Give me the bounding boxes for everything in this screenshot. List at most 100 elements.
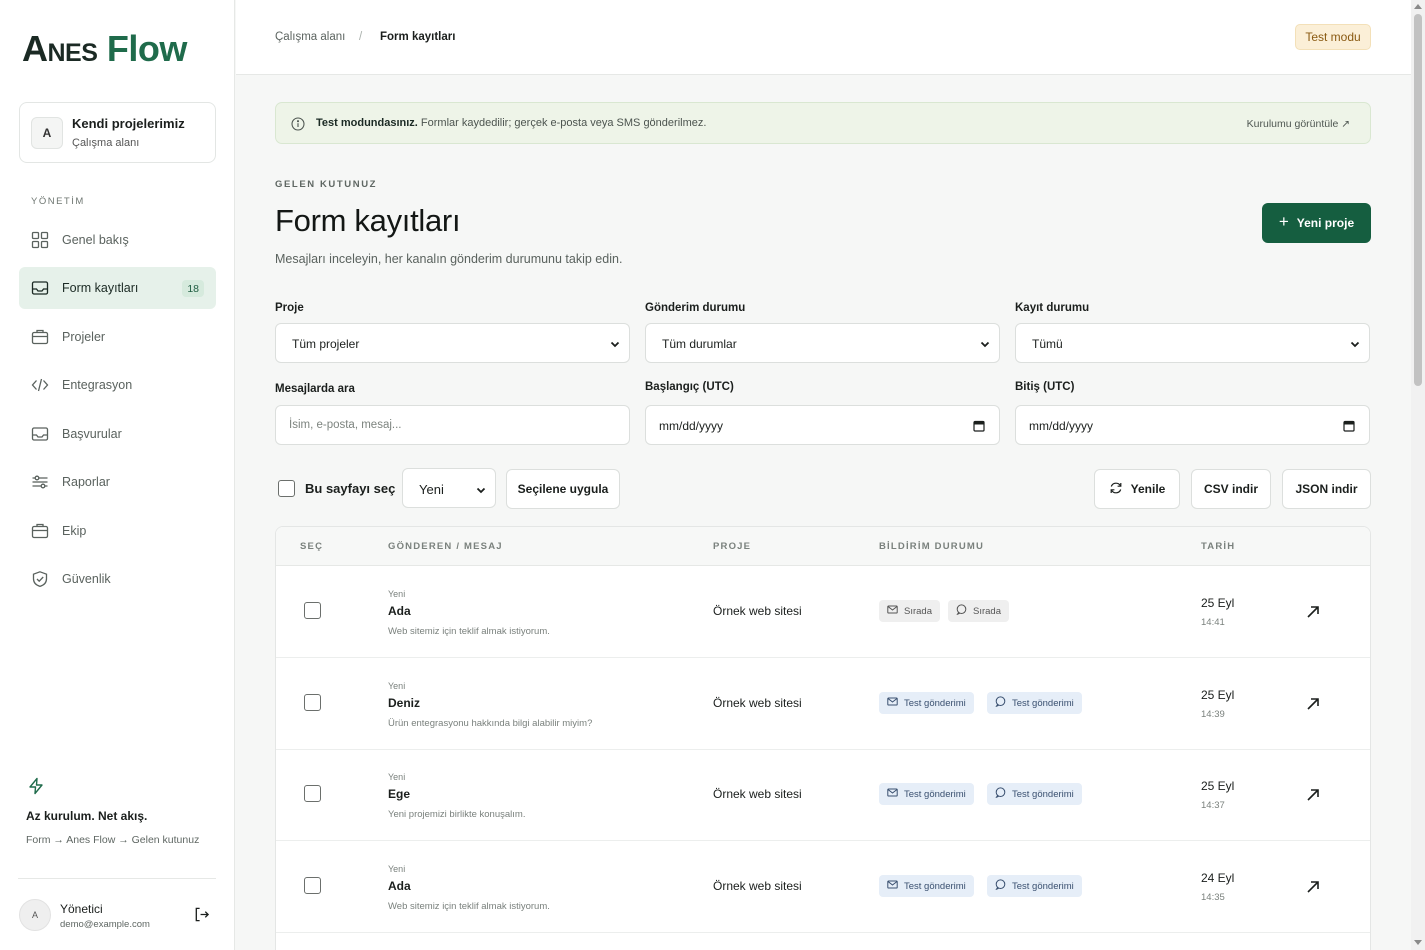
sidebar-item-reports[interactable]: Raporlar xyxy=(19,461,216,503)
shield-icon xyxy=(31,570,49,588)
sidebar: Anes Flow A Kendi projelerimiz Çalışma a… xyxy=(0,0,235,950)
refresh-label: Yenile xyxy=(1130,482,1166,496)
select-page-checkbox[interactable] xyxy=(278,480,295,497)
page-title: Form kayıtları xyxy=(275,203,461,238)
test-mode-badge: Test modu xyxy=(1295,24,1371,50)
column-header-notification: BİLDİRİM DURUMU xyxy=(879,541,985,552)
sms-status-badge: Test gönderimi xyxy=(987,783,1082,805)
row-message: Ürün entegrasyonu hakkında bilgi alabili… xyxy=(388,718,593,729)
sidebar-item-integration[interactable]: Entegrasyon xyxy=(19,364,216,406)
open-arrow-icon[interactable] xyxy=(1305,604,1321,620)
mail-icon xyxy=(887,879,898,893)
bulk-status-select[interactable]: Yeni xyxy=(402,468,496,508)
table-row[interactable]: Yeni Ada Web sitemiz için teklif almak i… xyxy=(276,566,1370,658)
chevron-down-icon xyxy=(475,483,487,495)
row-checkbox[interactable] xyxy=(304,785,321,802)
bulk-status-value: Yeni xyxy=(419,482,444,497)
column-header-sender: GÖNDEREN / MESAJ xyxy=(388,541,503,552)
sidebar-item-security[interactable]: Güvenlik xyxy=(19,558,216,600)
new-project-button[interactable]: + Yeni proje xyxy=(1262,203,1371,243)
record-status-select[interactable]: Tümü xyxy=(1015,323,1370,363)
email-status-badge: Test gönderimi xyxy=(879,783,974,805)
sidebar-item-form-records[interactable]: Form kayıtları 18 xyxy=(19,267,216,309)
chevron-down-icon xyxy=(1349,337,1361,349)
calendar-icon[interactable] xyxy=(1343,419,1355,432)
sidebar-item-label: Genel bakış xyxy=(62,233,129,247)
open-arrow-icon[interactable] xyxy=(1305,787,1321,803)
chat-icon xyxy=(956,604,967,618)
sidebar-item-label: Projeler xyxy=(62,330,106,344)
table-row[interactable]: Yeni Ege Yeni projemizi birlikte konuşal… xyxy=(276,749,1370,841)
scroll-up-arrow[interactable] xyxy=(1414,4,1422,9)
open-arrow-icon[interactable] xyxy=(1305,879,1321,895)
scroll-down-arrow[interactable] xyxy=(1414,940,1422,945)
apply-selected-button[interactable]: Seçilene uygula xyxy=(506,469,620,509)
brand-logo[interactable]: Anes Flow xyxy=(22,28,187,70)
breadcrumb-workspace[interactable]: Çalışma alanı xyxy=(275,31,345,43)
notice-strong: Test modundasınız. xyxy=(316,117,418,129)
json-download-button[interactable]: JSON indir xyxy=(1282,469,1371,509)
top-bar: Çalışma alanı / Form kayıtları Test modu xyxy=(236,0,1411,75)
row-checkbox[interactable] xyxy=(304,602,321,619)
test-mode-notice: Test modundasınız. Formlar kaydedilir; g… xyxy=(275,102,1371,144)
page-subtitle: Mesajları inceleyin, her kanalın gönderi… xyxy=(275,252,623,266)
table-row[interactable]: Yeni Deniz Ürün entegrasyonu hakkında bi… xyxy=(276,658,1370,750)
breadcrumb-separator: / xyxy=(359,31,363,43)
sidebar-item-label: Ekip xyxy=(62,524,87,538)
open-arrow-icon[interactable] xyxy=(1305,696,1321,712)
inbox-icon xyxy=(31,279,49,297)
end-date-input[interactable]: mm/dd/yyyy xyxy=(1015,405,1370,445)
table-header: SEÇ GÖNDEREN / MESAJ PROJE BİLDİRİM DURU… xyxy=(276,527,1370,566)
apply-label: Seçilene uygula xyxy=(517,482,609,496)
workspace-switcher[interactable]: A Kendi projelerimiz Çalışma alanı xyxy=(19,102,216,163)
select-page-label[interactable]: Bu sayfayı seç xyxy=(305,481,395,496)
sidebar-item-label: Form kayıtları xyxy=(62,281,139,295)
end-date-label: Bitiş (UTC) xyxy=(1015,381,1075,393)
row-time: 14:35 xyxy=(1201,892,1225,903)
new-project-label: Yeni proje xyxy=(1296,216,1355,230)
refresh-button[interactable]: Yenile xyxy=(1094,469,1180,509)
bolt-icon xyxy=(27,777,45,795)
page-scrollbar[interactable] xyxy=(1411,0,1425,950)
csv-download-button[interactable]: CSV indir xyxy=(1191,469,1271,509)
sidebar-item-projects[interactable]: Projeler xyxy=(19,316,216,358)
column-header-project: PROJE xyxy=(713,541,752,552)
page-eyebrow: GELEN KUTUNUZ xyxy=(275,179,378,190)
table-row[interactable]: Yeni Ada Web sitemiz için teklif almak i… xyxy=(276,841,1370,933)
search-placeholder: İsim, e-posta, mesaj... xyxy=(289,419,402,431)
row-status: Yeni xyxy=(388,772,406,782)
record-filter-label: Kayıt durumu xyxy=(1015,302,1090,314)
breadcrumb-current: Form kayıtları xyxy=(380,31,456,43)
sidebar-item-overview[interactable]: Genel bakış xyxy=(19,219,216,261)
avatar[interactable]: A xyxy=(19,899,51,931)
start-date-label: Başlangıç (UTC) xyxy=(645,381,734,393)
calendar-icon[interactable] xyxy=(973,419,985,432)
row-status: Yeni xyxy=(388,681,406,691)
row-status: Yeni xyxy=(388,589,406,599)
sidebar-item-team[interactable]: Ekip xyxy=(19,510,216,552)
scrollbar-thumb[interactable] xyxy=(1414,14,1422,386)
delivery-filter-label: Gönderim durumu xyxy=(645,302,746,314)
search-input[interactable]: İsim, e-posta, mesaj... xyxy=(275,405,630,445)
row-checkbox[interactable] xyxy=(304,877,321,894)
sidebar-section-label: YÖNETİM xyxy=(31,196,85,207)
records-table: SEÇ GÖNDEREN / MESAJ PROJE BİLDİRİM DURU… xyxy=(275,526,1371,950)
sidebar-item-applications[interactable]: Başvurular xyxy=(19,413,216,455)
project-select[interactable]: Tüm projeler xyxy=(275,323,630,363)
row-date: 24 Eyl xyxy=(1201,871,1235,885)
email-status-text: Test gönderimi xyxy=(904,788,966,800)
row-date: 25 Eyl xyxy=(1201,688,1235,702)
promo-title: Az kurulum. Net akış. xyxy=(26,809,148,823)
inbox-icon xyxy=(31,425,49,443)
start-date-input[interactable]: mm/dd/yyyy xyxy=(645,405,1000,445)
row-checkbox[interactable] xyxy=(304,694,321,711)
column-header-date: TARİH xyxy=(1201,541,1236,552)
view-setup-link[interactable]: Kurulumu görüntüle ↗ xyxy=(1247,118,1350,130)
mail-icon xyxy=(887,787,898,801)
user-name: Yönetici xyxy=(60,902,103,916)
row-message: Yeni projemizi birlikte konuşalım. xyxy=(388,809,526,820)
delivery-status-select[interactable]: Tüm durumlar xyxy=(645,323,1000,363)
sidebar-item-label: Güvenlik xyxy=(62,572,111,586)
delivery-select-value: Tüm durumlar xyxy=(662,337,737,351)
logout-icon[interactable] xyxy=(193,906,210,923)
